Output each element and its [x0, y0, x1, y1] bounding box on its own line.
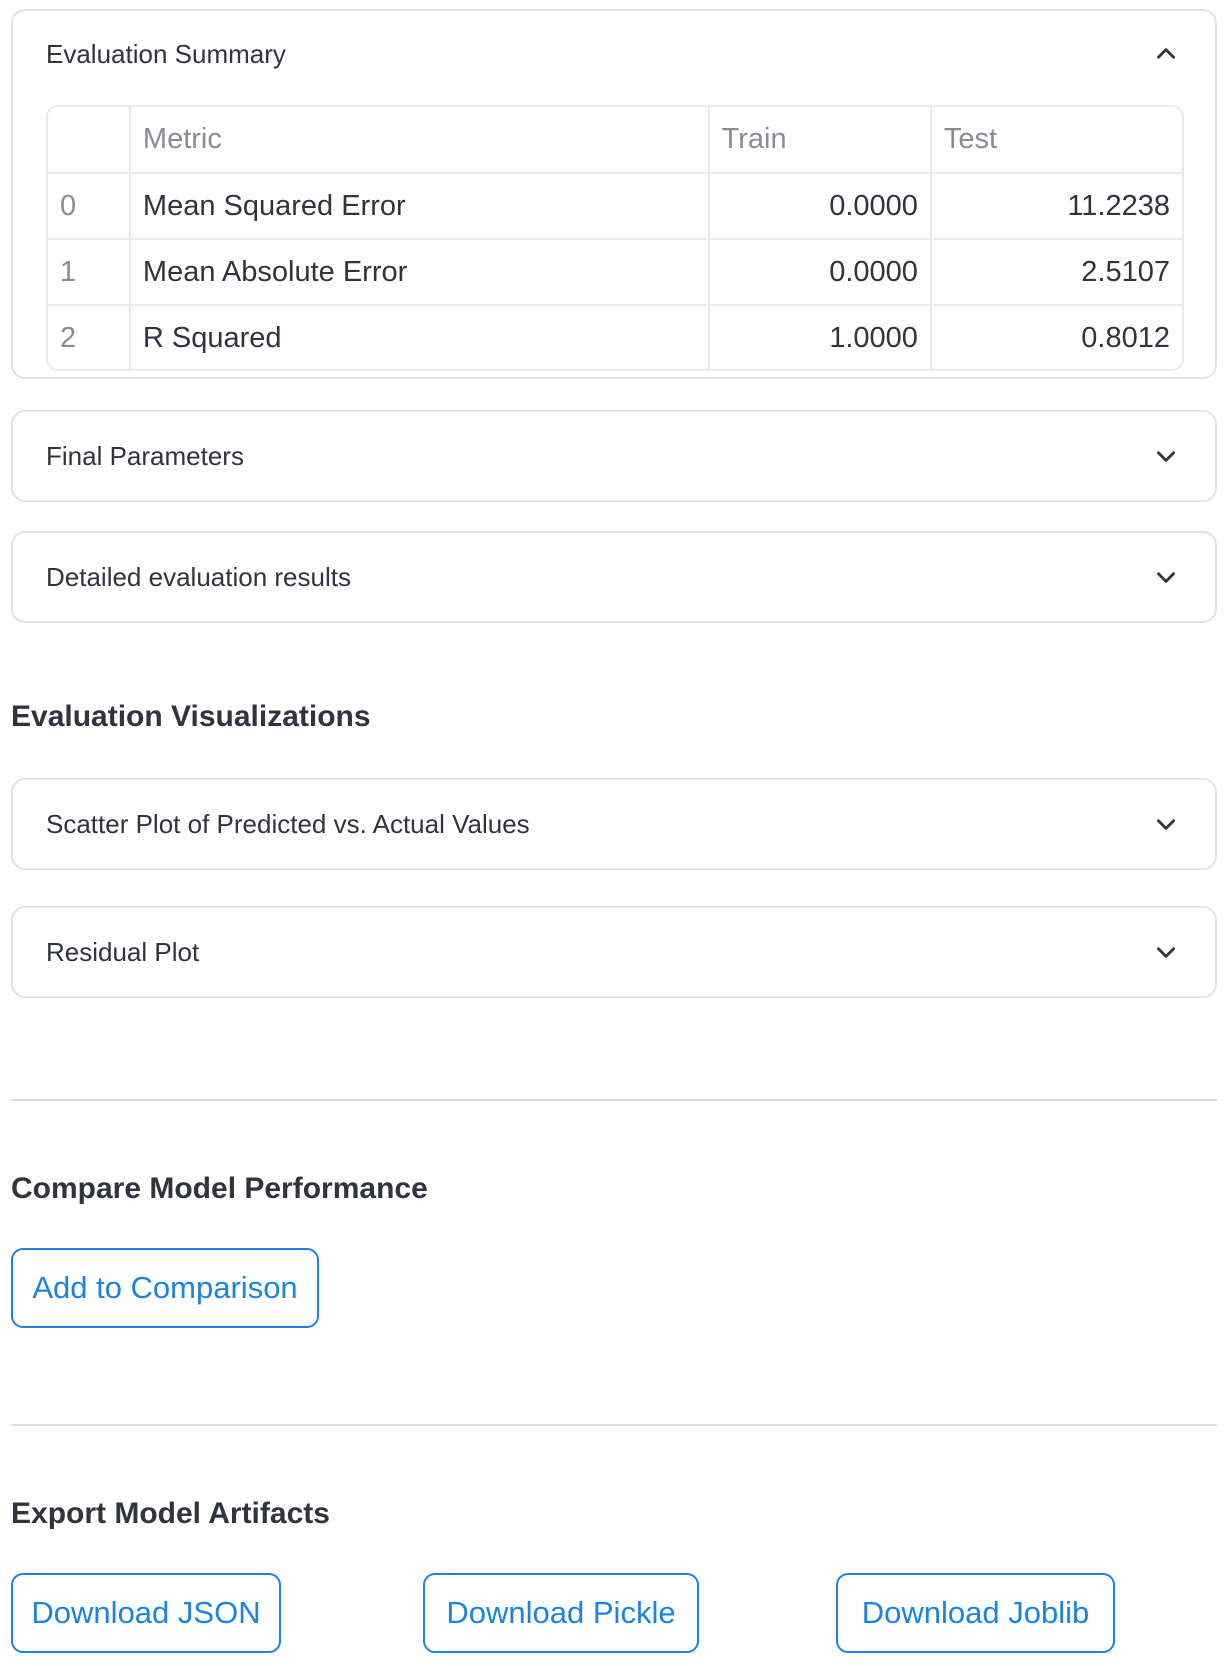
- chevron-down-icon[interactable]: [1153, 564, 1179, 590]
- final-parameters-header[interactable]: Final Parameters: [13, 412, 1215, 500]
- add-to-comparison-button[interactable]: Add to Comparison: [11, 1248, 319, 1328]
- divider: [11, 1424, 1217, 1426]
- scatter-plot-title: Scatter Plot of Predicted vs. Actual Val…: [46, 808, 530, 839]
- test-cell[interactable]: 0.8012: [931, 305, 1182, 369]
- metric-cell[interactable]: Mean Absolute Error: [129, 239, 710, 306]
- chevron-down-icon[interactable]: [1153, 811, 1179, 837]
- page: Evaluation Summary Metric Train Test 0 M…: [0, 0, 1228, 1666]
- scatter-plot-expander: Scatter Plot of Predicted vs. Actual Val…: [11, 778, 1217, 870]
- table-header-row: Metric Train Test: [48, 107, 1182, 174]
- column-header-index: [48, 107, 131, 174]
- chevron-up-icon[interactable]: [1153, 41, 1179, 67]
- evaluation-summary-expander: Evaluation Summary Metric Train Test 0 M…: [11, 9, 1217, 379]
- export-artifacts-heading: Export Model Artifacts: [11, 1497, 330, 1530]
- detailed-results-expander: Detailed evaluation results: [11, 531, 1217, 623]
- row-index: 2: [48, 305, 131, 369]
- compare-performance-heading: Compare Model Performance: [11, 1172, 428, 1205]
- chevron-down-icon[interactable]: [1153, 443, 1179, 469]
- residual-plot-title: Residual Plot: [46, 936, 200, 967]
- row-index: 0: [48, 173, 131, 240]
- download-pickle-button[interactable]: Download Pickle: [423, 1573, 699, 1653]
- column-header-train[interactable]: Train: [708, 107, 932, 174]
- final-parameters-title: Final Parameters: [46, 440, 244, 471]
- test-cell[interactable]: 2.5107: [930, 239, 1182, 306]
- evaluation-summary-header[interactable]: Evaluation Summary: [13, 11, 1215, 97]
- table-row: 2 R Squared 1.0000 0.8012: [48, 305, 1182, 369]
- final-parameters-expander: Final Parameters: [11, 410, 1217, 502]
- chevron-down-icon[interactable]: [1153, 939, 1179, 965]
- download-joblib-button[interactable]: Download Joblib: [836, 1573, 1115, 1653]
- train-cell[interactable]: 0.0000: [708, 239, 932, 306]
- row-index: 1: [48, 239, 131, 306]
- metrics-table: Metric Train Test 0 Mean Squared Error 0…: [46, 105, 1184, 371]
- column-header-test[interactable]: Test: [930, 107, 1182, 174]
- download-json-button[interactable]: Download JSON: [11, 1573, 281, 1653]
- evaluation-visualizations-heading: Evaluation Visualizations: [11, 700, 371, 733]
- residual-plot-expander: Residual Plot: [11, 906, 1217, 998]
- train-cell[interactable]: 1.0000: [708, 305, 932, 369]
- detailed-results-title: Detailed evaluation results: [46, 561, 351, 592]
- scatter-plot-header[interactable]: Scatter Plot of Predicted vs. Actual Val…: [13, 780, 1215, 868]
- table-row: 0 Mean Squared Error 0.0000 11.2238: [48, 173, 1182, 240]
- table-row: 1 Mean Absolute Error 0.0000 2.5107: [48, 239, 1182, 306]
- test-cell[interactable]: 11.2238: [930, 173, 1182, 240]
- detailed-results-header[interactable]: Detailed evaluation results: [13, 533, 1215, 621]
- train-cell[interactable]: 0.0000: [708, 173, 932, 240]
- residual-plot-header[interactable]: Residual Plot: [13, 908, 1215, 996]
- metric-cell[interactable]: R Squared: [129, 305, 710, 369]
- evaluation-summary-title: Evaluation Summary: [46, 38, 286, 69]
- metric-cell[interactable]: Mean Squared Error: [129, 173, 710, 240]
- divider: [11, 1099, 1217, 1101]
- column-header-metric[interactable]: Metric: [129, 107, 710, 174]
